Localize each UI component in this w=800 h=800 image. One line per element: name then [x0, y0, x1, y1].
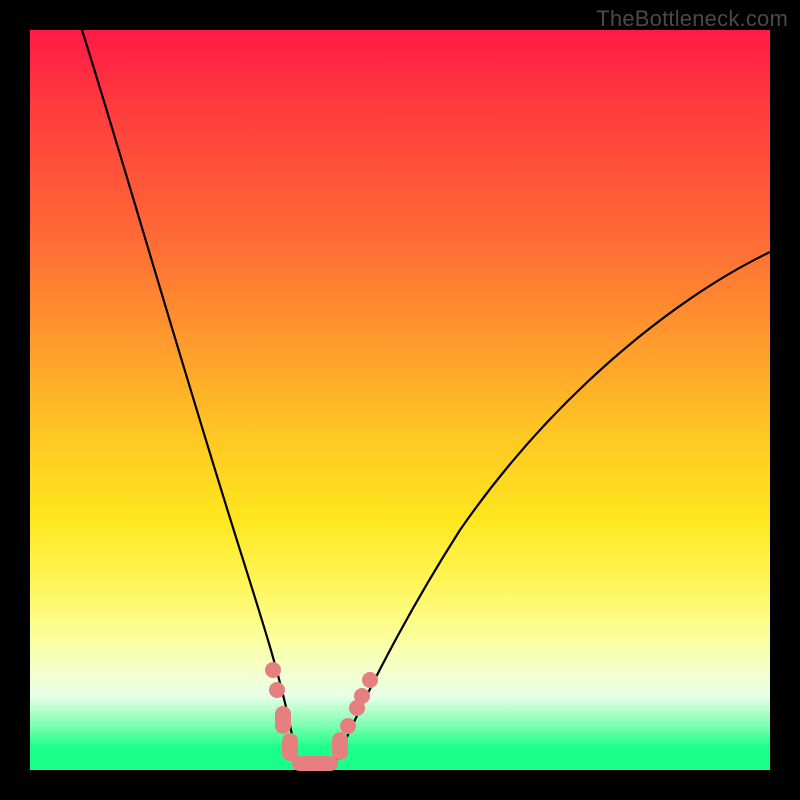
curve-lines [82, 30, 770, 767]
watermark-text: TheBottleneck.com [596, 6, 788, 32]
highlighted-markers [265, 662, 378, 771]
chart-frame: TheBottleneck.com [0, 0, 800, 800]
curve-right-branch [335, 252, 770, 763]
bottleneck-curve [30, 30, 770, 770]
curve-left-branch [82, 30, 298, 763]
plot-area [30, 30, 770, 770]
